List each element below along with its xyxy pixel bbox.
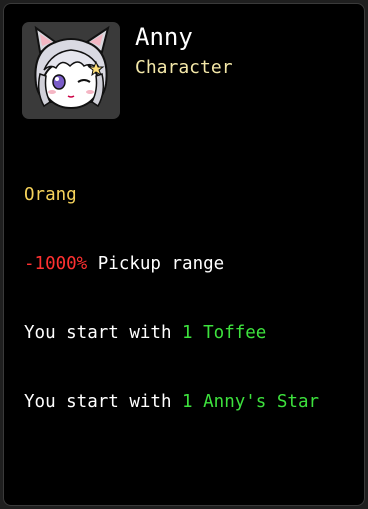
stat-pickup-range-text: Pickup range [87,254,225,274]
stat-start-toffee-text: You start with [24,323,183,343]
stat-pickup-range: -1000% Pickup range [24,253,319,276]
stat-start-star-value: 1 Anny's Star [182,392,320,412]
character-stats: Orang -1000% Pickup range You start with… [24,138,319,460]
character-portrait [22,22,120,119]
anny-portrait-icon [34,25,110,109]
stat-start-star-text: You start with [24,392,183,412]
character-name: Anny [135,23,193,51]
faction-label: Orang [24,185,77,205]
character-type-label: Character [135,57,233,78]
character-card: Anny Character Orang -1000% Pickup range… [3,3,365,506]
stat-start-toffee-value: 1 Toffee [182,323,267,343]
stat-start-star: You start with 1 Anny's Star [24,391,319,414]
tooltip-frame: Anny Character Orang -1000% Pickup range… [0,0,368,509]
stat-start-toffee: You start with 1 Toffee [24,322,319,345]
stat-pickup-range-value: -1000% [24,254,88,274]
